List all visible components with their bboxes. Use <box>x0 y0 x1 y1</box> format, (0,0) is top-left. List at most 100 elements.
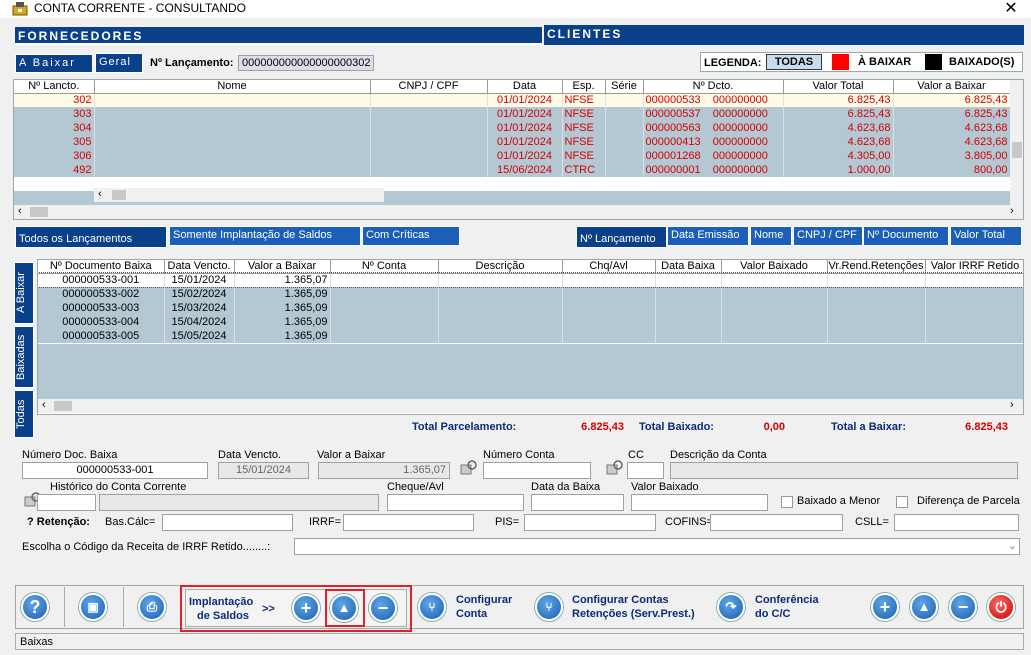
baixado-menor-checkbox[interactable] <box>781 496 793 508</box>
sort-documento[interactable]: Nº Documento <box>863 226 949 246</box>
table-row[interactable]: 492 15/06/2024 CTRC 000000001 000000000 1.00… <box>14 163 1011 177</box>
implantacao-remove-button[interactable]: − <box>369 594 397 622</box>
search-icon[interactable] <box>460 460 478 476</box>
column-header[interactable]: Nome <box>94 80 371 94</box>
record-icon[interactable]: ▣ <box>79 593 107 621</box>
implantacao-add-button[interactable]: + <box>292 594 320 622</box>
close-icon[interactable]: ✕ <box>1000 0 1022 18</box>
vtab-baixadas[interactable]: Baixadas <box>14 326 34 388</box>
filter-todos-lancamentos[interactable]: Todos os Lançamentos <box>15 226 167 248</box>
data-baixa-field[interactable] <box>531 494 624 511</box>
column-header[interactable]: Valor Total <box>783 80 894 94</box>
search-icon[interactable] <box>606 460 624 476</box>
scroll-right-icon[interactable]: › <box>1010 205 1014 217</box>
column-header[interactable]: Data Vencto. <box>164 260 235 274</box>
add-icon[interactable]: + <box>871 593 899 621</box>
historico-code-field[interactable] <box>37 494 96 511</box>
table-row[interactable]: 000000533-002 15/02/2024 1.365,09 <box>38 287 1023 301</box>
scroll-left-icon[interactable]: ‹ <box>98 188 102 200</box>
configure-icon[interactable]: ⑂ <box>418 593 446 621</box>
column-header[interactable]: Chq/Avl <box>562 260 656 274</box>
legend-todas-button[interactable]: TODAS <box>766 54 822 70</box>
table-row[interactable]: 000000533-004 15/04/2024 1.365,09 <box>38 315 1023 329</box>
column-header[interactable]: Valor a Baixar <box>234 260 331 274</box>
scroll-left-icon[interactable]: ‹ <box>42 399 46 411</box>
filter-com-criticas[interactable]: Com Críticas <box>362 226 460 246</box>
column-header[interactable]: Nº Documento Baixa <box>38 260 165 274</box>
lancamento-field[interactable]: 000000000000000000302 <box>238 55 374 71</box>
column-header[interactable]: Nº Lancto. <box>14 80 95 94</box>
scroll-left-icon[interactable]: ‹ <box>18 205 22 217</box>
sort-nome[interactable]: Nome <box>750 226 792 246</box>
conferencia-icon[interactable]: ↷ <box>717 593 745 621</box>
power-icon[interactable]: ⏻ <box>987 593 1015 621</box>
parcelas-table[interactable]: Nº Documento Baixa Data Vencto. Valor a Ba… <box>37 259 1024 415</box>
up-icon[interactable]: ▲ <box>910 593 938 621</box>
minus-icon[interactable]: − <box>949 593 977 621</box>
table-row[interactable]: 305 01/01/2024 NFSE 000000413 000000000 4.62… <box>14 135 1011 149</box>
column-header[interactable]: CNPJ / CPF <box>370 80 488 94</box>
bas-calc-field[interactable] <box>162 514 293 531</box>
column-header[interactable]: Descrição <box>438 260 563 274</box>
column-header[interactable]: Nº Conta <box>330 260 439 274</box>
diferenca-parcela-checkbox[interactable] <box>896 496 908 508</box>
chevron-down-icon[interactable]: ⌄ <box>1008 539 1017 552</box>
valor-field[interactable]: 1.365,07 <box>318 462 450 479</box>
csll-field[interactable] <box>894 514 1019 531</box>
column-header[interactable]: Série <box>605 80 644 94</box>
vtab-todas[interactable]: Todas <box>14 390 34 438</box>
num-doc-field[interactable]: 000000533-001 <box>22 462 208 479</box>
lancamentos-table[interactable]: Nº Lancto. Nome CNPJ / CPF Data Esp. Série Nº … <box>13 79 1024 220</box>
table-row[interactable]: 304 01/01/2024 NFSE 000000563 000000000 4.62… <box>14 121 1011 135</box>
column-header[interactable]: Valor IRRF Retido <box>925 260 1023 274</box>
sort-valor-total[interactable]: Valor Total <box>950 226 1022 246</box>
cofins-field[interactable] <box>710 514 843 531</box>
column-header[interactable]: Valor a Baixar <box>893 80 1011 94</box>
column-header[interactable]: Vr.Rend.Retenções <box>827 260 926 274</box>
sort-cnpj[interactable]: CNPJ / CPF <box>793 226 863 246</box>
table-row[interactable]: 000000533-001 15/01/2024 1.365,07 <box>38 272 1023 288</box>
nome-scrollbar[interactable]: ‹ <box>94 188 384 202</box>
cc-field[interactable] <box>627 462 664 479</box>
subtab-a-baixar[interactable]: A Baixar <box>15 54 93 73</box>
column-header[interactable]: Valor Baixado <box>721 260 828 274</box>
column-header[interactable]: Nº Dcto. <box>643 80 784 94</box>
implantacao-up-button[interactable]: ▲ <box>330 594 358 622</box>
scroll-right-icon[interactable]: › <box>1010 399 1014 411</box>
column-header[interactable]: Data <box>487 80 563 94</box>
tab-fornecedores[interactable]: FORNECEDORES <box>15 27 542 45</box>
cheque-field[interactable] <box>387 494 524 511</box>
table-row[interactable]: 000000533-005 15/05/2024 1.365,09 <box>38 329 1023 343</box>
table-row[interactable]: 303 01/01/2024 NFSE 000000537 000000000 6.82… <box>14 107 1011 121</box>
receita-select[interactable]: ⌄ <box>294 538 1020 555</box>
desc-conta-field[interactable] <box>670 462 1018 479</box>
configure-retencoes-icon[interactable]: ⑂ <box>535 593 563 621</box>
parcelas-horizontal-scrollbar[interactable]: ‹ › <box>38 399 1023 413</box>
irrf-field[interactable] <box>343 514 474 531</box>
table-row[interactable]: 000000533-003 15/03/2024 1.365,09 <box>38 301 1023 315</box>
column-header[interactable]: Esp. <box>562 80 606 94</box>
sort-lancamento[interactable]: Nº Lançamento <box>576 226 667 248</box>
tab-clientes[interactable]: CLIENTES <box>544 25 1024 45</box>
cfg-ret-label-2[interactable]: Retenções (Serv.Prest.) <box>572 608 695 620</box>
top-horizontal-scrollbar[interactable]: ‹ › <box>14 205 1023 219</box>
subtab-geral[interactable]: Geral <box>95 53 143 73</box>
historico-desc-field[interactable] <box>99 494 379 511</box>
sort-data-emissao[interactable]: Data Emissão <box>667 226 749 246</box>
pis-field[interactable] <box>524 514 656 531</box>
conferencia-label-1[interactable]: Conferência <box>755 594 819 606</box>
table-row[interactable]: 302 01/01/2024 NFSE 000000533 000000000 6.82… <box>14 93 1011 107</box>
venc-field[interactable]: 15/01/2024 <box>218 462 309 479</box>
valor-baixado-field[interactable] <box>631 494 768 511</box>
print-icon[interactable]: ⎙ <box>138 593 166 621</box>
vtab-a-baixar[interactable]: A Baixar <box>14 262 34 324</box>
cfg-conta-label-1[interactable]: Configurar <box>456 594 512 606</box>
column-header[interactable]: Data Baixa <box>655 260 722 274</box>
conferencia-label-2[interactable]: do C/C <box>755 608 790 620</box>
cfg-conta-label-2[interactable]: Conta <box>456 608 487 620</box>
cfg-ret-label-1[interactable]: Configurar Contas <box>572 594 669 606</box>
help-icon[interactable]: ? <box>21 593 49 621</box>
filter-somente-implantacao[interactable]: Somente Implantação de Saldos <box>169 226 361 246</box>
conta-field[interactable] <box>483 462 591 479</box>
top-vertical-scrollbar[interactable] <box>1010 80 1023 205</box>
